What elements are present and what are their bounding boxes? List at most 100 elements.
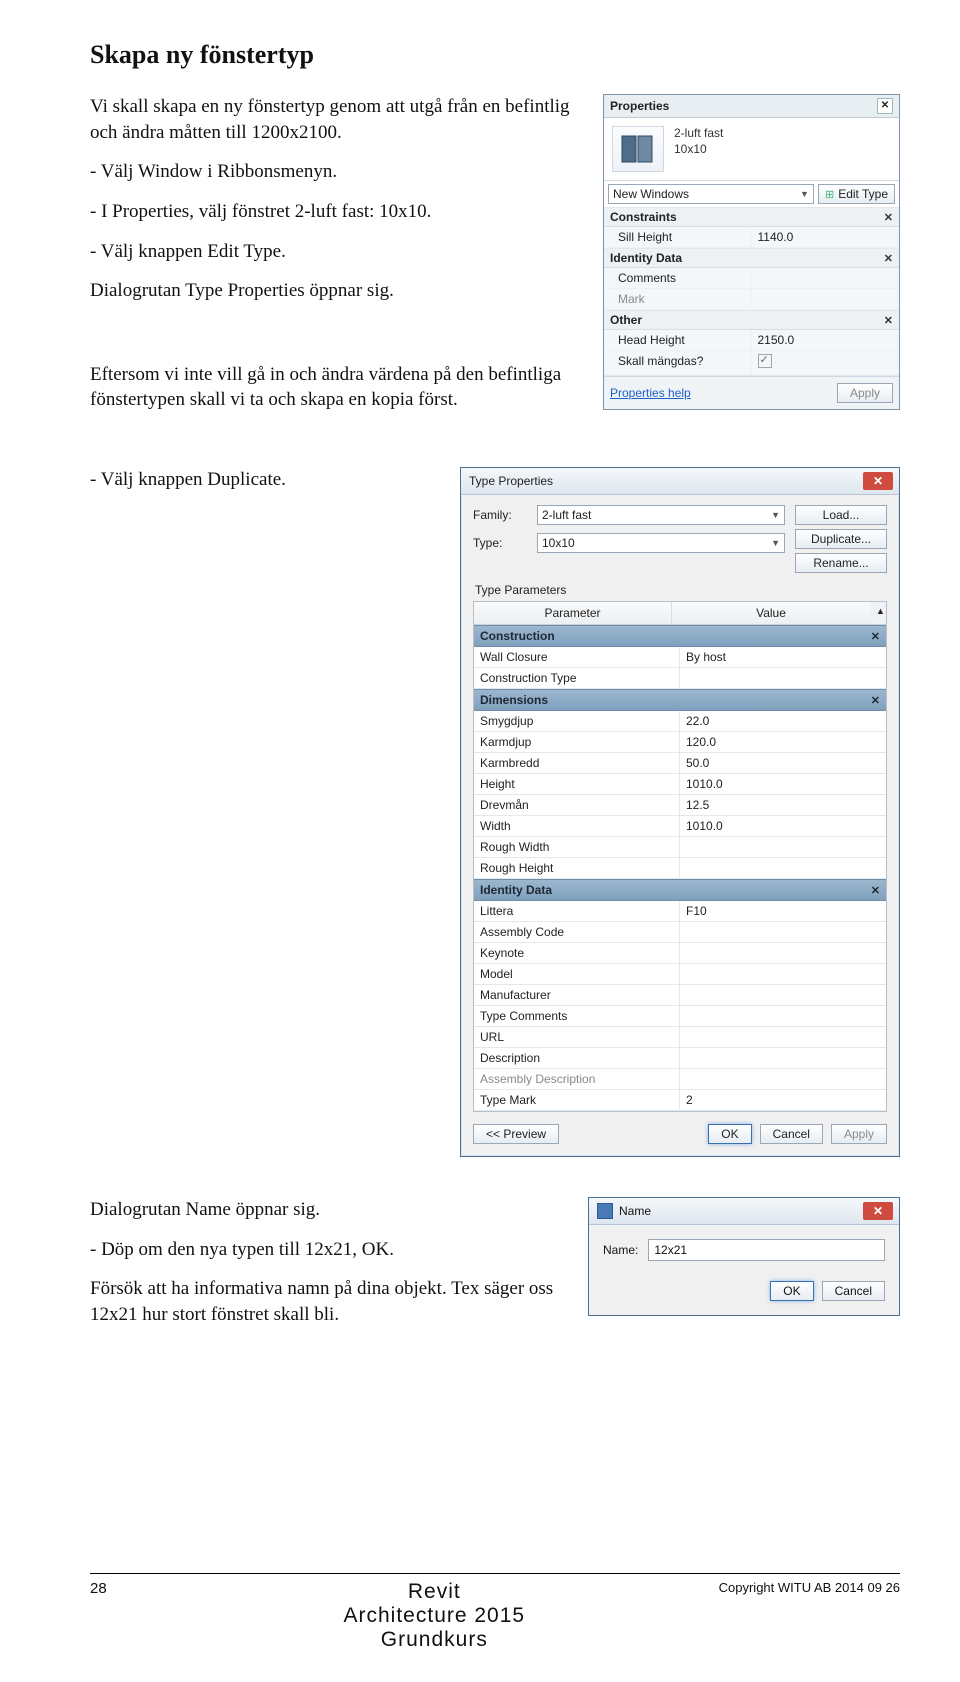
scroll-up-icon[interactable]: ▲ bbox=[870, 602, 886, 624]
section-other: Other bbox=[610, 313, 642, 327]
parameter-row: Manufacturer bbox=[474, 985, 886, 1006]
collapse-icon[interactable]: ✕ bbox=[884, 314, 893, 327]
param-value[interactable]: 22.0 bbox=[680, 711, 886, 731]
sill-height-label: Sill Height bbox=[604, 227, 752, 248]
param-value[interactable]: 1010.0 bbox=[680, 774, 886, 794]
param-value[interactable]: F10 bbox=[680, 901, 886, 921]
param-value[interactable] bbox=[680, 1006, 886, 1026]
parameter-group-header[interactable]: Construction ✕ bbox=[474, 625, 886, 647]
param-value[interactable]: 2 bbox=[680, 1090, 886, 1110]
preview-button[interactable]: << Preview bbox=[473, 1124, 559, 1144]
load-button[interactable]: Load... bbox=[795, 505, 887, 525]
page-title: Skapa ny fönstertyp bbox=[90, 40, 900, 70]
parameter-row: Model bbox=[474, 964, 886, 985]
param-value[interactable]: 1010.0 bbox=[680, 816, 886, 836]
param-value[interactable] bbox=[680, 837, 886, 857]
parameter-row: Construction Type bbox=[474, 668, 886, 689]
param-value[interactable] bbox=[680, 964, 886, 984]
family-dropdown[interactable]: 2-luft fast ▼ bbox=[537, 505, 785, 525]
dialog-title: Type Properties bbox=[469, 474, 553, 488]
param-value[interactable]: 12.5 bbox=[680, 795, 886, 815]
param-value[interactable] bbox=[680, 943, 886, 963]
param-name: Type Mark bbox=[474, 1090, 680, 1110]
close-icon[interactable]: ✕ bbox=[877, 98, 893, 114]
name-label: Name: bbox=[603, 1243, 638, 1257]
param-name: Assembly Code bbox=[474, 922, 680, 942]
param-name: Manufacturer bbox=[474, 985, 680, 1005]
type-parameters-table: Parameter Value ▲ Construction✕Wall Clos… bbox=[473, 601, 887, 1112]
duplicate-button[interactable]: Duplicate... bbox=[795, 529, 887, 549]
properties-help-link[interactable]: Properties help bbox=[610, 386, 691, 400]
head-height-value[interactable]: 2150.0 bbox=[752, 330, 900, 351]
parameter-row: Width1010.0 bbox=[474, 816, 886, 837]
rename-button[interactable]: Rename... bbox=[795, 553, 887, 573]
param-value[interactable] bbox=[680, 1069, 886, 1089]
param-name: Littera bbox=[474, 901, 680, 921]
ok-button[interactable]: OK bbox=[770, 1281, 813, 1301]
sill-height-value[interactable]: 1140.0 bbox=[752, 227, 900, 248]
checkbox-checked-icon[interactable] bbox=[758, 354, 772, 368]
type-parameters-heading: Type Parameters bbox=[475, 583, 887, 597]
parameter-row: Drevmån12.5 bbox=[474, 795, 886, 816]
collapse-icon[interactable]: ✕ bbox=[871, 630, 880, 643]
param-value[interactable]: By host bbox=[680, 647, 886, 667]
ok-button[interactable]: OK bbox=[708, 1124, 751, 1144]
parameter-row: Assembly Code bbox=[474, 922, 886, 943]
param-name: URL bbox=[474, 1027, 680, 1047]
mark-label: Mark bbox=[604, 289, 752, 310]
mangdas-value[interactable] bbox=[752, 351, 900, 375]
param-value[interactable] bbox=[680, 1027, 886, 1047]
parameter-row: URL bbox=[474, 1027, 886, 1048]
type-properties-dialog: Type Properties ✕ Family: 2-luft fast ▼ bbox=[460, 467, 900, 1157]
edit-type-button[interactable]: ⊞ Edit Type bbox=[818, 184, 895, 204]
bullet-3: - Välj knappen Edit Type. bbox=[90, 239, 581, 265]
name-dialog-title: Name bbox=[619, 1204, 651, 1218]
bullet-4: - Välj knappen Duplicate. bbox=[90, 467, 438, 493]
dialog-open-1: Dialogrutan Type Properties öppnar sig. bbox=[90, 278, 581, 304]
properties-panel: Properties ✕ 2-luft fast 10x10 bbox=[603, 94, 900, 410]
param-value[interactable]: 120.0 bbox=[680, 732, 886, 752]
parameter-row: Karmdjup120.0 bbox=[474, 732, 886, 753]
copyright: Copyright WITU AB 2014 09 26 bbox=[719, 1580, 900, 1595]
param-value[interactable] bbox=[680, 1048, 886, 1068]
mark-value[interactable] bbox=[752, 289, 900, 310]
collapse-icon[interactable]: ✕ bbox=[871, 884, 880, 897]
bullet-5: - Döp om den nya typen till 12x21, OK. bbox=[90, 1237, 566, 1263]
category-dropdown[interactable]: New Windows ▼ bbox=[608, 184, 814, 204]
bullet-2: - I Properties, välj fönstret 2-luft fas… bbox=[90, 199, 581, 225]
col-value: Value bbox=[672, 602, 870, 624]
apply-button[interactable]: Apply bbox=[837, 383, 893, 403]
properties-title: Properties bbox=[610, 99, 669, 113]
collapse-icon[interactable]: ✕ bbox=[884, 211, 893, 224]
parameter-group-header[interactable]: Dimensions✕ bbox=[474, 689, 886, 711]
param-value[interactable] bbox=[680, 922, 886, 942]
family-label: Family: bbox=[473, 508, 529, 522]
close-icon[interactable]: ✕ bbox=[863, 472, 893, 490]
close-icon[interactable]: ✕ bbox=[863, 1202, 893, 1220]
param-name: Model bbox=[474, 964, 680, 984]
parameter-row: LitteraF10 bbox=[474, 901, 886, 922]
param-value[interactable] bbox=[680, 858, 886, 878]
param-name: Type Comments bbox=[474, 1006, 680, 1026]
cancel-button[interactable]: Cancel bbox=[822, 1281, 885, 1301]
apply-button[interactable]: Apply bbox=[831, 1124, 887, 1144]
section-constraints: Constraints bbox=[610, 210, 677, 224]
param-name: Rough Height bbox=[474, 858, 680, 878]
type-dropdown[interactable]: 10x10 ▼ bbox=[537, 533, 785, 553]
param-name: Wall Closure bbox=[474, 647, 680, 667]
param-value[interactable]: 50.0 bbox=[680, 753, 886, 773]
parameter-group-header[interactable]: Identity Data✕ bbox=[474, 879, 886, 901]
family-value: 2-luft fast bbox=[542, 508, 591, 522]
param-value[interactable] bbox=[680, 985, 886, 1005]
param-name: Assembly Description bbox=[474, 1069, 680, 1089]
parameter-row: Description bbox=[474, 1048, 886, 1069]
collapse-icon[interactable]: ✕ bbox=[884, 252, 893, 265]
comments-value[interactable] bbox=[752, 268, 900, 289]
cancel-button[interactable]: Cancel bbox=[760, 1124, 823, 1144]
collapse-icon[interactable]: ✕ bbox=[871, 694, 880, 707]
param-value[interactable] bbox=[680, 668, 886, 688]
bullet-1: - Välj Window i Ribbonsmenyn. bbox=[90, 159, 581, 185]
group-name: Construction bbox=[480, 629, 555, 643]
mangdas-label: Skall mängdas? bbox=[604, 351, 752, 375]
name-input[interactable]: 12x21 bbox=[648, 1239, 885, 1261]
